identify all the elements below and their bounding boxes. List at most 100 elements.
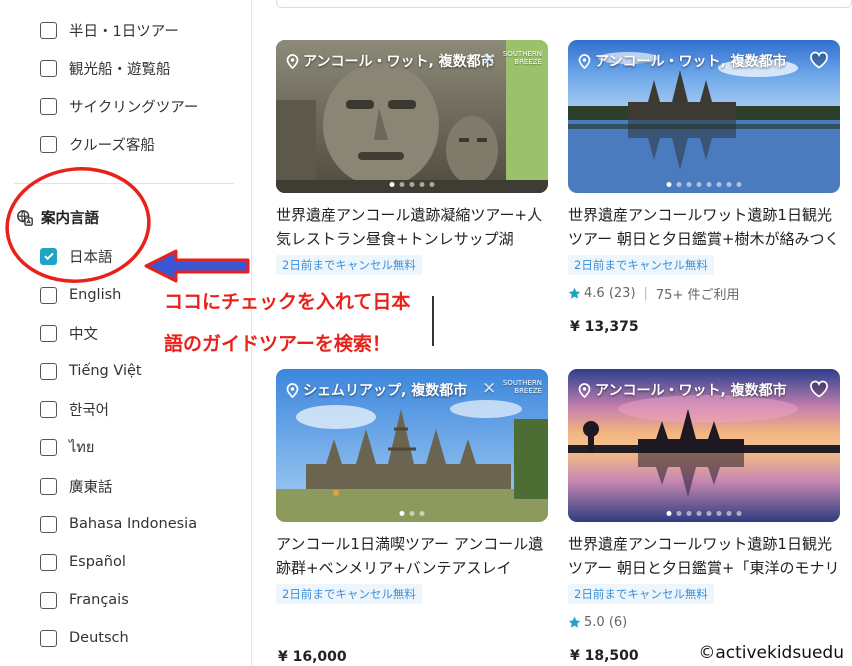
checkbox-label: Deutsch xyxy=(69,630,129,646)
language-checkbox-korean[interactable]: 한국어 xyxy=(40,398,109,420)
language-section-label: 案内言語 xyxy=(41,211,99,227)
checkbox-label: 観光船・遊覧船 xyxy=(69,61,171,78)
free-cancellation-badge: 2日前までキャンセル無料 xyxy=(568,255,714,275)
tour-price: ¥ 13,375 xyxy=(570,319,639,335)
tour-card[interactable]: アンコール・ワット, 複数都市 世界遺産アンコールワット遺跡1日観光ツアー 朝日… xyxy=(568,40,840,335)
carousel-dots[interactable] xyxy=(399,511,425,516)
tour-title[interactable]: アンコール1日満喫ツアー アンコール遺跡群+ベンメリア+バンテアスレイ xyxy=(276,532,548,580)
rating-score: 5.0 xyxy=(584,614,605,630)
checkbox[interactable] xyxy=(40,629,57,647)
tour-location: アンコール・ワット, 複数都市 xyxy=(578,51,796,71)
checkbox[interactable] xyxy=(40,21,57,39)
tour-card[interactable]: シェムリアップ, 複数都市 ✕ SOUTHERN BREEZE アンコール1日満喫… xyxy=(276,369,548,665)
checkbox-label: Français xyxy=(69,592,129,608)
checkbox-label: クルーズ客船 xyxy=(69,137,155,154)
checkbox-label: ไทย xyxy=(69,439,95,456)
tour-rating: 4.6 (23) | 75+ 件ご利用 xyxy=(568,284,840,303)
checkbox-label: サイクリングツアー xyxy=(69,99,199,116)
tour-location: アンコール・ワット, 複数都市 xyxy=(578,380,796,400)
tour-location-text: アンコール・ワット, 複数都市 xyxy=(595,54,787,70)
tour-card-image[interactable]: シェムリアップ, 複数都市 ✕ SOUTHERN BREEZE xyxy=(276,369,548,522)
language-checkbox-cantonese[interactable]: 廣東話 xyxy=(40,475,113,497)
tour-title[interactable]: 世界遺産アンコール遺跡凝縮ツアー+人気レストラン昼食+トンレサップ湖 xyxy=(276,203,548,251)
language-checkbox-spanish[interactable]: Español xyxy=(40,551,126,573)
annotation-text-line1: ココにチェックを入れて日本 xyxy=(164,291,411,313)
star-icon xyxy=(568,287,581,299)
checkbox-label: 半日・1日ツアー xyxy=(69,23,179,40)
checkbox[interactable] xyxy=(40,515,57,533)
language-checkbox-english[interactable]: English xyxy=(40,284,121,306)
checkbox-label: 日本語 xyxy=(69,249,113,266)
language-checkbox-indonesian[interactable]: Bahasa Indonesia xyxy=(40,513,197,535)
tour-rating: 5.0 (6) xyxy=(568,613,840,631)
checkbox-label: Tiếng Việt xyxy=(69,363,142,379)
tour-location-text: シェムリアップ, 複数都市 xyxy=(303,383,468,399)
language-section-title: 案内言語 xyxy=(16,207,99,228)
tour-title[interactable]: 世界遺産アンコールワット遺跡1日観光ツアー 朝日と夕日鑑賞+「東洋のモナリザ」 xyxy=(568,532,840,580)
language-checkbox-japanese[interactable]: 日本語 xyxy=(40,245,113,267)
southern-breeze-logo: ✕ SOUTHERN BREEZE xyxy=(482,50,542,70)
language-checkbox-vietnamese[interactable]: Tiếng Việt xyxy=(40,360,142,382)
language-translate-icon xyxy=(17,209,33,226)
location-pin-icon xyxy=(286,382,299,398)
watermark: ©activekidsuedu xyxy=(698,643,844,663)
checkmark-icon xyxy=(43,252,54,261)
checkbox[interactable] xyxy=(40,477,57,495)
wishlist-heart-icon[interactable] xyxy=(809,380,829,398)
checkbox-label: Bahasa Indonesia xyxy=(69,516,198,532)
language-checkbox-german[interactable]: Deutsch xyxy=(40,627,129,649)
tour-price: ¥ 18,500 xyxy=(570,648,639,664)
carousel-dots[interactable] xyxy=(666,511,742,516)
tour-card[interactable]: アンコール・ワット, 複数都市 ✕ SOUTHERN BREEZE 世界遺産アンコ… xyxy=(276,40,548,275)
location-pin-icon xyxy=(286,53,299,69)
checkbox[interactable] xyxy=(40,553,57,571)
checkbox[interactable] xyxy=(40,362,57,380)
tour-location: アンコール・ワット, 複数都市 xyxy=(286,51,504,71)
checkbox-label: 한국어 xyxy=(69,402,110,419)
language-checkbox-thai[interactable]: ไทย xyxy=(40,436,94,458)
tour-location: シェムリアップ, 複数都市 xyxy=(286,380,504,400)
checkbox[interactable] xyxy=(40,324,57,342)
checkbox[interactable] xyxy=(40,59,57,77)
free-cancellation-badge: 2日前までキャンセル無料 xyxy=(568,584,714,604)
filter-checkbox-half-day-tour[interactable]: 半日・1日ツアー xyxy=(40,19,179,41)
checkbox[interactable] xyxy=(40,97,57,115)
filter-checkbox-sightseeing-boat[interactable]: 観光船・遊覧船 xyxy=(40,57,171,79)
tour-location-text: アンコール・ワット, 複数都市 xyxy=(303,54,495,70)
tour-card-image[interactable]: アンコール・ワット, 複数都市 xyxy=(568,369,840,522)
location-pin-icon xyxy=(578,382,591,398)
checkbox-label: English xyxy=(69,287,122,303)
review-count: (23) xyxy=(608,285,636,301)
checkbox[interactable] xyxy=(40,135,57,153)
checkbox-checked[interactable] xyxy=(40,247,57,265)
checkbox[interactable] xyxy=(40,400,57,418)
checkbox-label: Español xyxy=(69,554,126,570)
search-results-header-bar xyxy=(276,0,852,8)
filter-checkbox-cycling-tour[interactable]: サイクリングツアー xyxy=(40,95,198,117)
checkbox[interactable] xyxy=(40,591,57,609)
tour-location-text: アンコール・ワット, 複数都市 xyxy=(595,383,787,399)
tour-title[interactable]: 世界遺産アンコールワット遺跡1日観光ツアー 朝日と夕日鑑賞+樹木が絡みつく遺跡 xyxy=(568,203,840,251)
booked-count: 75+ 件ご利用 xyxy=(655,287,740,303)
free-cancellation-badge: 2日前までキャンセル無料 xyxy=(276,584,422,604)
filter-checkbox-cruise-ship[interactable]: クルーズ客船 xyxy=(40,133,155,155)
tour-card[interactable]: アンコール・ワット, 複数都市 世界遺産アンコールワット遺跡1日観光ツアー 朝日… xyxy=(568,369,840,664)
star-icon xyxy=(568,616,581,628)
language-checkbox-french[interactable]: Français xyxy=(40,589,129,611)
carousel-dots[interactable] xyxy=(666,182,742,187)
checkbox-label: 中文 xyxy=(69,326,98,343)
southern-breeze-logo: ✕ SOUTHERN BREEZE xyxy=(482,379,542,399)
annotation-text-line2: 語のガイドツアーを検索！ xyxy=(164,333,391,355)
section-divider xyxy=(14,183,234,184)
checkbox-label: 廣東話 xyxy=(69,479,113,496)
checkbox[interactable] xyxy=(40,286,57,304)
location-pin-icon xyxy=(578,53,591,69)
review-count: (6) xyxy=(608,614,628,630)
language-checkbox-chinese[interactable]: 中文 xyxy=(40,322,98,344)
carousel-dots[interactable] xyxy=(389,182,435,187)
tour-card-image[interactable]: アンコール・ワット, 複数都市 ✕ SOUTHERN BREEZE xyxy=(276,40,548,193)
wishlist-heart-icon[interactable] xyxy=(809,51,829,69)
free-cancellation-badge: 2日前までキャンセル無料 xyxy=(276,255,422,275)
tour-card-image[interactable]: アンコール・ワット, 複数都市 xyxy=(568,40,840,193)
checkbox[interactable] xyxy=(40,438,57,456)
